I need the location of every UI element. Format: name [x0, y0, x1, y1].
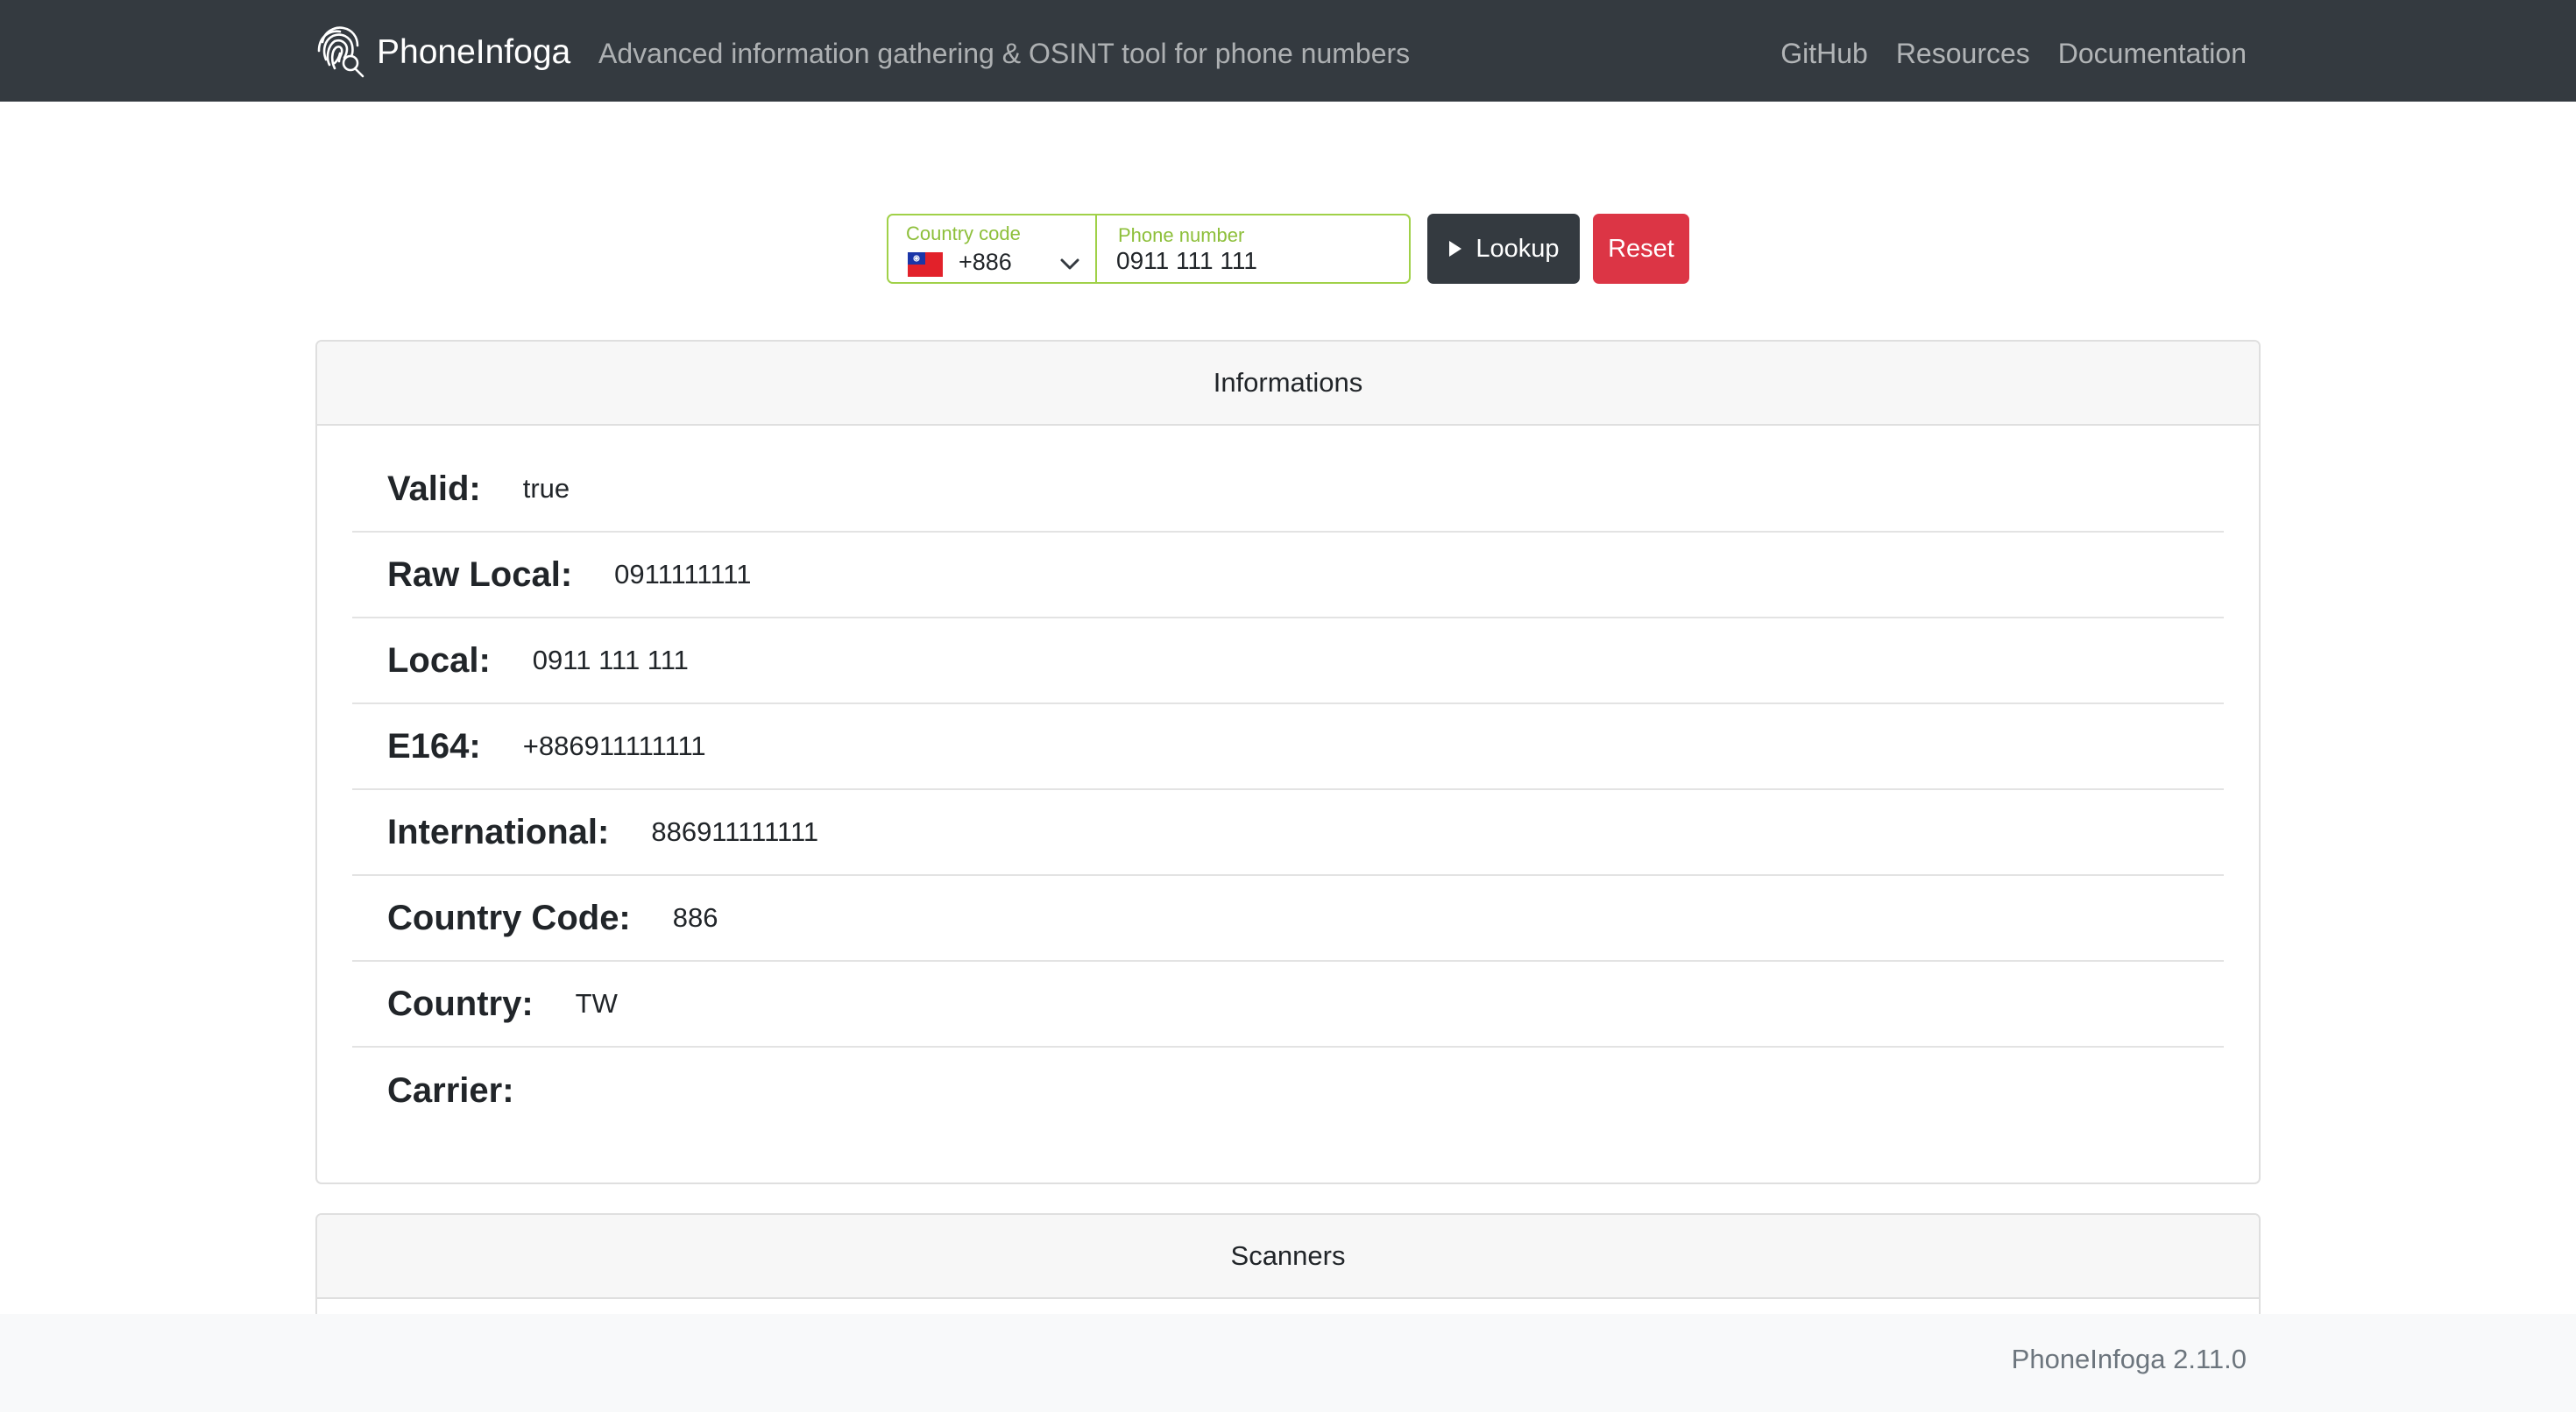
brand-tagline: Advanced information gathering & OSINT t… [598, 38, 1411, 69]
info-list: Valid: true Raw Local: 0911111111 Local:… [352, 447, 2224, 1133]
info-value: TW [575, 988, 618, 1019]
info-row-country: Country: TW [352, 962, 2224, 1048]
phone-number-input[interactable] [1116, 247, 1379, 275]
info-row-local: Local: 0911 111 111 [352, 618, 2224, 704]
info-row-country-code: Country Code: 886 [352, 876, 2224, 962]
phone-number-field[interactable]: Phone number [1097, 215, 1409, 282]
info-row-e164: E164: +886911111111 [352, 704, 2224, 790]
country-code-value: +886 [959, 249, 1012, 275]
info-key: Valid: [387, 469, 481, 508]
lookup-button-label: Lookup [1476, 234, 1560, 263]
nav-link-documentation[interactable]: Documentation [2058, 32, 2247, 74]
nav-link-github[interactable]: GitHub [1780, 32, 1868, 74]
info-key: E164: [387, 726, 481, 766]
chevron-down-icon[interactable] [1058, 254, 1081, 273]
informations-header: Informations [317, 342, 2259, 426]
info-key: Country: [387, 984, 534, 1023]
taiwan-flag-icon [908, 252, 943, 277]
footer-version: PhoneInfoga 2.11.0 [2011, 1344, 2247, 1374]
info-value: 0911111111 [614, 559, 752, 590]
info-key: International: [387, 812, 610, 851]
info-value: +886911111111 [522, 731, 706, 761]
play-icon [1449, 241, 1462, 257]
info-value: 886 [672, 902, 718, 933]
info-key: Raw Local: [387, 554, 573, 594]
phone-number-label: Phone number [1118, 224, 1245, 246]
info-key: Country Code: [387, 898, 631, 937]
info-key: Carrier: [387, 1070, 514, 1110]
country-code-label: Country code [906, 222, 1021, 244]
nav-link-resources[interactable]: Resources [1896, 32, 2030, 74]
info-value: 886911111111 [651, 816, 819, 847]
nav-links: GitHub Resources Documentation [1780, 32, 2247, 74]
info-value: true [522, 473, 570, 504]
info-value: 0911 111 111 [532, 645, 689, 675]
reset-button[interactable]: Reset [1593, 214, 1689, 284]
lookup-button[interactable]: Lookup [1427, 214, 1580, 284]
informations-card: Informations Valid: true Raw Local: 0911… [315, 340, 2261, 1184]
info-row-valid: Valid: true [352, 447, 2224, 533]
phone-search-group: Country code +886 Phone number [887, 214, 1411, 284]
country-code-select[interactable]: Country code +886 [888, 215, 1097, 282]
info-row-carrier: Carrier: [352, 1048, 2224, 1133]
info-key: Local: [387, 640, 491, 680]
scanners-header: Scanners [317, 1215, 2259, 1299]
navbar: PhoneInfoga Advanced information gatheri… [0, 0, 2576, 102]
brand-name[interactable]: PhoneInfoga [377, 30, 570, 75]
footer: PhoneInfoga 2.11.0 [0, 1314, 2576, 1412]
info-row-raw-local: Raw Local: 0911111111 [352, 533, 2224, 618]
fingerprint-logo-icon[interactable] [315, 25, 366, 79]
info-row-international: International: 886911111111 [352, 790, 2224, 876]
